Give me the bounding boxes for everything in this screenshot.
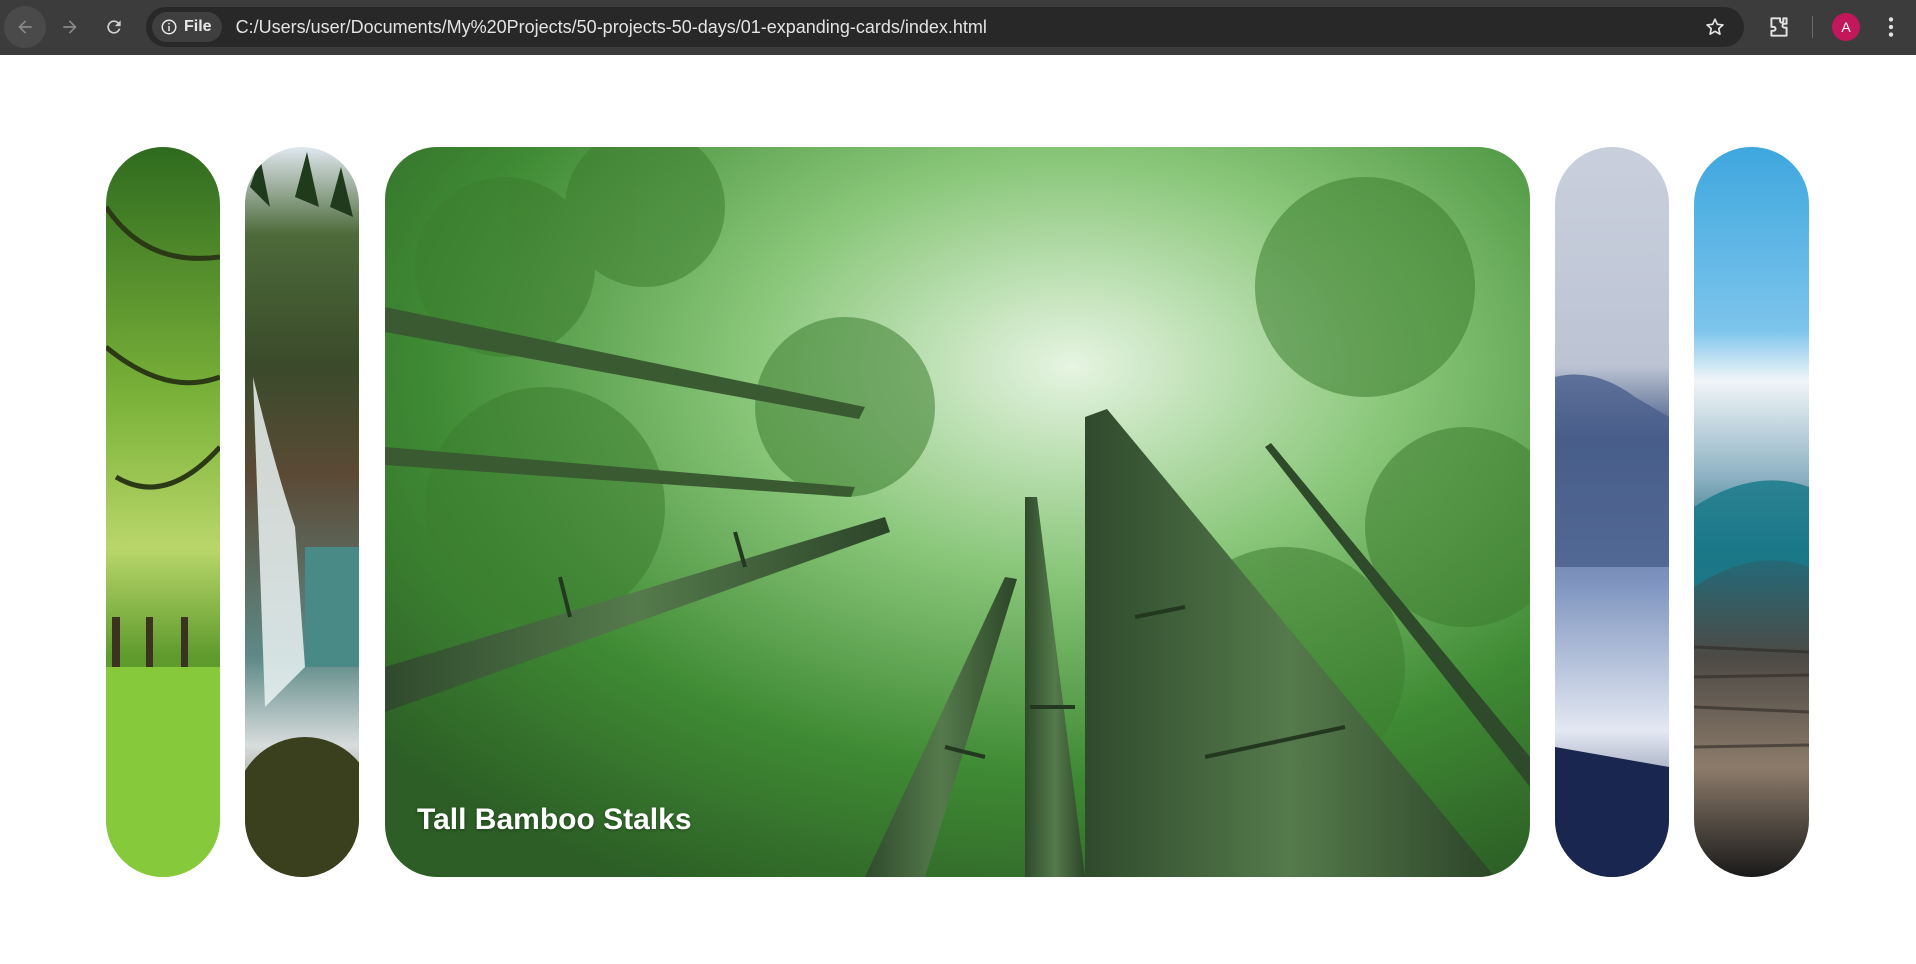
bamboo-forest-image xyxy=(385,147,1530,877)
extensions-icon[interactable] xyxy=(1766,14,1792,40)
card-waterfall[interactable] xyxy=(245,147,359,877)
url-text[interactable]: C:/Users/user/Documents/My%20Projects/50… xyxy=(236,17,987,38)
back-button[interactable] xyxy=(4,6,46,48)
address-bar[interactable]: File C:/Users/user/Documents/My%20Projec… xyxy=(146,7,1744,47)
snowy-mountain-image xyxy=(1555,147,1669,877)
more-vertical-icon[interactable] xyxy=(1878,14,1904,40)
site-chip-label: File xyxy=(184,18,212,35)
reload-button[interactable] xyxy=(93,6,135,48)
card-bamboo-active[interactable]: Tall Bamboo Stalks xyxy=(385,147,1530,877)
forward-arrow-icon xyxy=(63,20,77,34)
card-snowy-mountain[interactable] xyxy=(1555,147,1669,877)
waterfall-image xyxy=(245,147,359,877)
forward-button[interactable] xyxy=(49,6,91,48)
card-ocean-wave[interactable] xyxy=(1694,147,1809,877)
expanding-cards-container: Tall Bamboo Stalks xyxy=(0,55,1916,964)
ocean-wave-image xyxy=(1694,147,1809,877)
green-trees-image xyxy=(106,147,220,877)
back-arrow-icon xyxy=(18,20,32,34)
toolbar-divider xyxy=(1812,16,1813,38)
browser-toolbar: File C:/Users/user/Documents/My%20Projec… xyxy=(0,0,1916,55)
profile-avatar[interactable]: A xyxy=(1832,13,1860,41)
site-info-chip[interactable]: File xyxy=(152,12,222,42)
info-icon xyxy=(161,19,177,35)
card-green-trees[interactable] xyxy=(106,147,220,877)
reload-icon xyxy=(107,20,121,34)
star-icon[interactable] xyxy=(1704,16,1726,38)
card-title: Tall Bamboo Stalks xyxy=(417,803,692,836)
